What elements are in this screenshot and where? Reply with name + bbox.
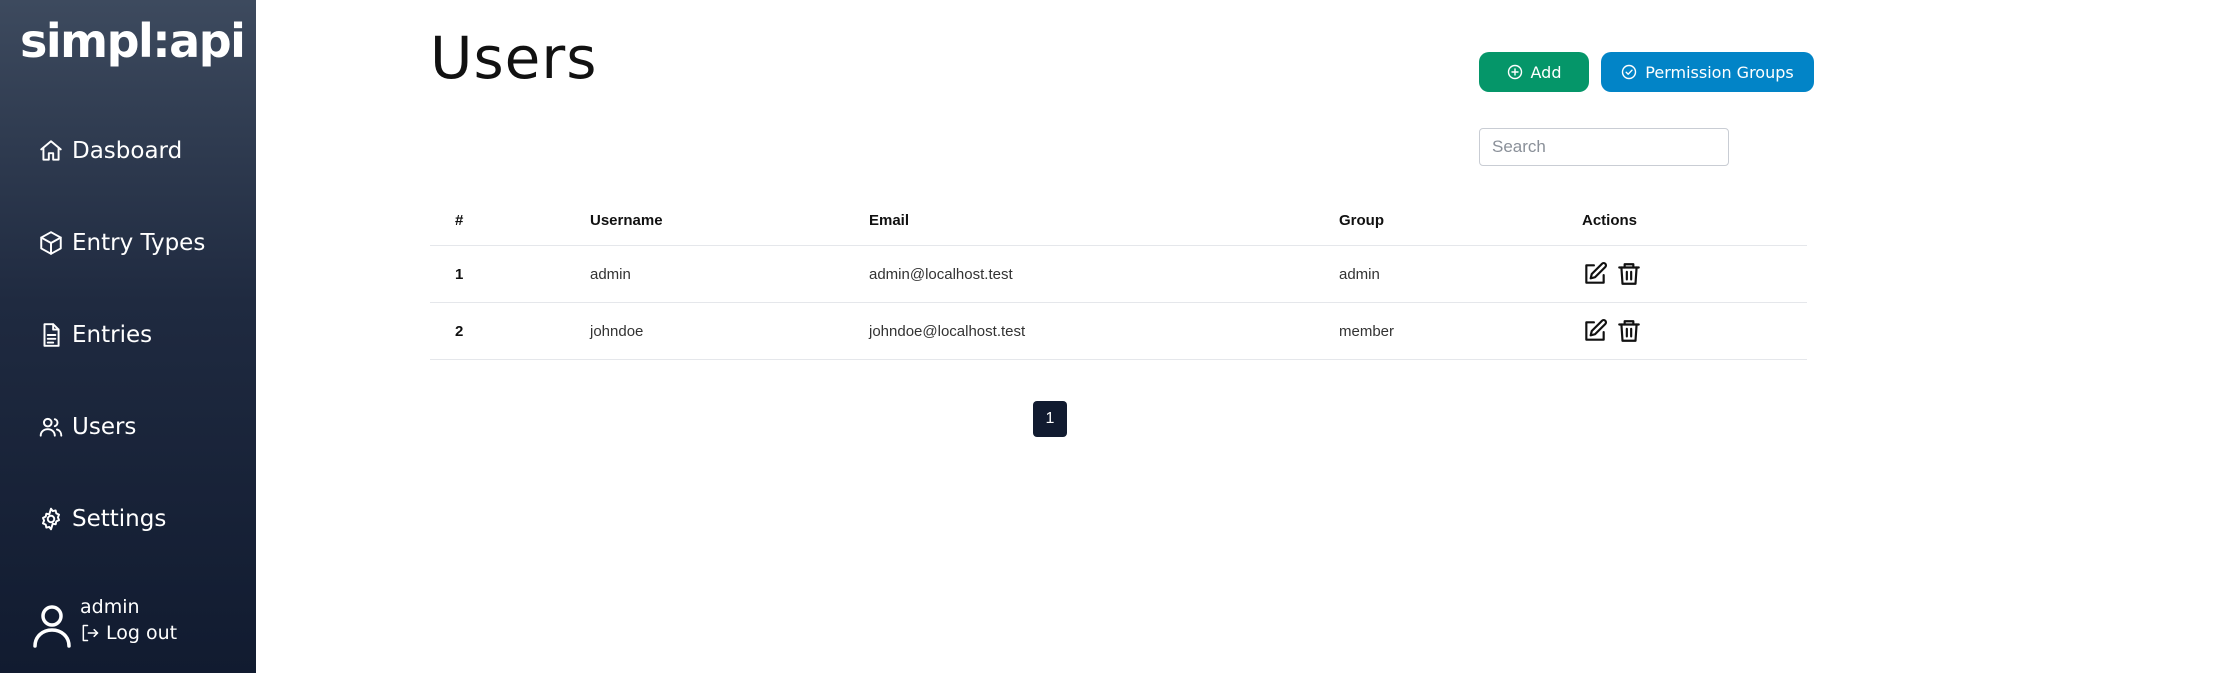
permission-groups-label: Permission Groups [1645, 62, 1794, 82]
cell-number: 2 [455, 322, 464, 340]
column-header-group: Group [1339, 211, 1384, 229]
user-name: admin [80, 596, 140, 618]
table-row: 1 admin admin@localhost.test admin [430, 246, 1807, 303]
check-circle-icon [1622, 64, 1637, 80]
logout-label: Log out [106, 622, 178, 644]
column-header-number: # [455, 211, 464, 229]
cell-actions [1582, 303, 1650, 359]
cell-username: johndoe [590, 322, 644, 340]
users-icon [39, 417, 63, 437]
sidebar-item-label: Users [72, 414, 137, 440]
user-avatar-icon [33, 605, 71, 648]
sidebar-item-entries[interactable]: Entries [38, 315, 152, 355]
trash-icon[interactable] [1616, 318, 1642, 344]
edit-icon[interactable] [1582, 318, 1608, 344]
cell-group: member [1339, 322, 1395, 340]
document-icon [43, 323, 60, 347]
page-title: Users [430, 24, 598, 92]
column-header-actions: Actions [1582, 211, 1638, 229]
edit-icon[interactable] [1582, 261, 1608, 287]
sidebar: simpl:api Dasboard Entry Types Entries U… [0, 0, 256, 673]
sidebar-item-users[interactable]: Users [38, 407, 136, 447]
trash-icon[interactable] [1616, 261, 1642, 287]
sidebar-item-entry-types[interactable]: Entry Types [38, 223, 205, 263]
gear-icon [42, 507, 60, 531]
table-row: 2 johndoe johndoe@localhost.test member [430, 303, 1807, 360]
sidebar-item-label: Dasboard [72, 138, 183, 164]
app-logo[interactable]: simpl:api [20, 14, 246, 68]
add-user-button[interactable]: Add [1479, 52, 1589, 92]
sidebar-item-settings[interactable]: Settings [38, 499, 166, 539]
add-button-label: Add [1530, 62, 1562, 82]
logout-link[interactable]: Log out [80, 622, 177, 644]
pagination-page-button[interactable]: 1 [1033, 401, 1067, 437]
search-input[interactable] [1479, 128, 1729, 166]
cell-username: admin [590, 265, 631, 283]
table-header-row: # Username Email Group Actions [430, 195, 1807, 246]
sidebar-item-label: Settings [72, 506, 167, 532]
cell-actions [1582, 246, 1650, 302]
cell-number: 1 [455, 265, 464, 283]
plus-circle-icon [1507, 64, 1522, 80]
users-table: # Username Email Group Actions 1 admin a… [430, 195, 1807, 360]
column-header-username: Username [590, 211, 663, 229]
logout-icon [82, 624, 99, 642]
permission-groups-button[interactable]: Permission Groups [1601, 52, 1814, 92]
sidebar-item-label: Entry Types [72, 230, 206, 256]
column-header-email: Email [869, 211, 910, 229]
cell-email: admin@localhost.test [869, 265, 1013, 283]
sidebar-item-dashboard[interactable]: Dasboard [38, 131, 182, 171]
cell-email: johndoe@localhost.test [869, 322, 1026, 340]
sidebar-item-label: Entries [72, 322, 153, 348]
cube-icon [40, 231, 62, 255]
cell-group: admin [1339, 265, 1380, 283]
current-user: admin Log out [32, 596, 242, 666]
home-icon [40, 140, 62, 161]
app-root: simpl:api Dasboard Entry Types Entries U… [0, 0, 2216, 673]
